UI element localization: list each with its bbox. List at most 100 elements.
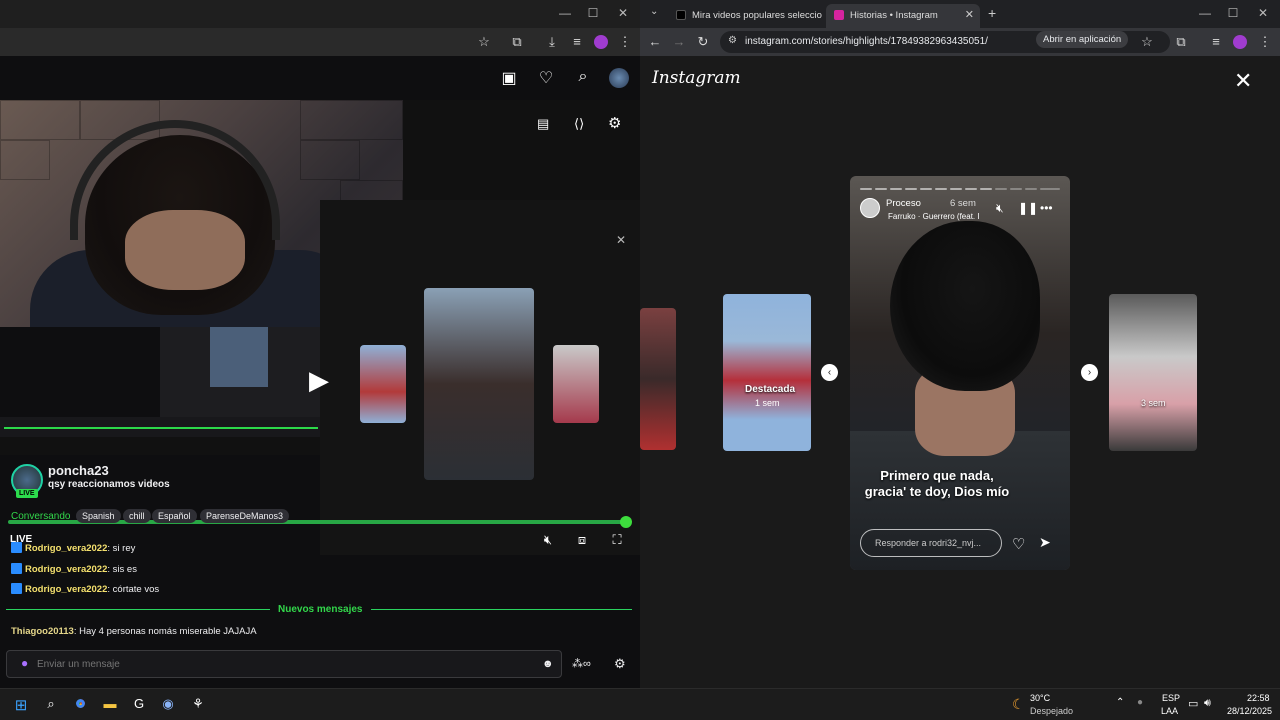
send-icon[interactable]: ➤ <box>1039 534 1051 551</box>
show-hidden-icons-icon[interactable]: ⌃ <box>1116 697 1124 708</box>
like-heart-icon[interactable]: ♡ <box>1012 535 1025 553</box>
chat-text: si rey <box>112 543 136 554</box>
chrome-icon[interactable] <box>70 696 90 716</box>
weather-desc[interactable]: Despejado <box>1030 706 1073 716</box>
next-story-icon[interactable]: › <box>1081 364 1098 381</box>
tag[interactable]: chill <box>123 509 151 523</box>
emoji-icon[interactable]: ☻ <box>542 658 554 670</box>
file-explorer-icon[interactable]: ▬ <box>100 696 120 716</box>
menu-kebab-icon[interactable]: ⋮ <box>1255 34 1275 50</box>
live-badge: LIVE <box>16 489 38 498</box>
play-icon[interactable]: ▶ <box>309 365 329 396</box>
channel-name[interactable]: poncha23 <box>48 463 109 478</box>
story-song[interactable]: Farruko · Guerrero (feat. I <box>888 212 980 221</box>
search-icon[interactable]: ⌕ <box>572 68 594 86</box>
channel-points-icon[interactable]: ⁂∞ <box>572 657 591 670</box>
media-icon[interactable]: ≡ <box>1206 34 1226 49</box>
tab-instagram-stories[interactable]: Historias • Instagram ✕ <box>826 4 980 28</box>
menu-kebab-icon[interactable]: ⋮ <box>615 34 635 50</box>
extensions-icon[interactable]: ⧉ <box>1171 34 1191 50</box>
user-avatar[interactable] <box>609 68 629 88</box>
weather-temp[interactable]: 30°C <box>1030 693 1050 703</box>
chat-settings-gear-icon[interactable]: ⚙ <box>614 656 626 672</box>
fullscreen-icon[interactable]: ⛶ <box>607 532 627 548</box>
more-options-icon[interactable]: ••• <box>1040 201 1053 215</box>
maximize-icon[interactable]: ☐ <box>578 6 608 20</box>
new-messages-label[interactable]: Nuevos mensajes <box>270 604 371 615</box>
new-tab-icon[interactable]: + <box>988 5 996 21</box>
video-player[interactable]: ✕ ▶ LIVE 🔇︎ ⧈ ⛶ ▤ ⟨⟩ ⚙ <box>0 100 640 555</box>
mic-icon[interactable]: ● <box>21 656 28 670</box>
story-thumb-left[interactable]: Destacada 1 sem <box>723 294 811 451</box>
maximize-icon[interactable]: ☐ <box>1218 6 1248 20</box>
tab-close-icon[interactable]: ✕ <box>965 8 974 21</box>
clock-date[interactable]: 28/12/2025 <box>1227 706 1272 716</box>
close-window-icon[interactable]: ✕ <box>608 6 638 20</box>
tab-twitch-videos[interactable]: Mira videos populares seleccio <box>668 4 828 28</box>
mic-tray-icon[interactable]: ● <box>1137 697 1143 708</box>
start-menu-icon[interactable]: ⊞ <box>11 696 31 716</box>
progress-knob[interactable] <box>620 516 632 528</box>
share-icon[interactable]: ⟨⟩ <box>574 116 584 132</box>
story-avatar[interactable] <box>860 198 880 218</box>
back-icon[interactable]: ← <box>645 34 665 49</box>
reply-input[interactable]: Responder a rodri32_nvj... <box>860 529 1002 557</box>
bookmark-star-icon[interactable]: ☆ <box>474 34 494 50</box>
heart-icon[interactable]: ♡ <box>535 68 557 88</box>
instagram-logo[interactable]: Instagram <box>652 68 741 88</box>
bookmark-star-icon[interactable]: ☆ <box>1137 34 1157 50</box>
minimize-icon[interactable]: — <box>1190 6 1220 20</box>
chat-username[interactable]: Rodrigo_vera2022 <box>25 584 107 595</box>
tab-label: Historias • Instagram <box>850 10 938 21</box>
extensions-icon[interactable]: ⧉ <box>507 34 527 50</box>
keyboard-layout-indicator[interactable]: LAA <box>1161 706 1178 716</box>
minimize-icon[interactable]: — <box>550 6 580 20</box>
chat-username[interactable]: Rodrigo_vera2022 <box>25 564 107 575</box>
open-in-app-button[interactable]: Abrir en aplicación <box>1036 31 1129 48</box>
chat-text: Hay 4 personas nomás miserable JAJAJA <box>79 626 257 637</box>
url-text[interactable]: instagram.com/stories/highlights/1784938… <box>745 36 988 47</box>
profile-avatar[interactable] <box>1233 35 1247 49</box>
story-thumb-right[interactable]: 3 sem <box>1109 294 1197 451</box>
chat-username[interactable]: Rodrigo_vera2022 <box>25 543 107 554</box>
twitch-window: — ☐ ✕ ☆ ⧉ ⤓ ≡ ⋮ ▣ ♡ ⌕ ✕ ▶ LIVE 🔇︎ ⧈ ⛶ ▤ … <box>0 0 640 688</box>
settings-gear-icon[interactable]: ⚙ <box>608 114 621 132</box>
clock-time[interactable]: 22:58 <box>1247 693 1270 703</box>
category-link[interactable]: Conversando <box>11 511 70 522</box>
previous-story-icon[interactable]: ‹ <box>821 364 838 381</box>
taskbar-app-icon[interactable]: G <box>129 696 149 716</box>
taskbar-app2-icon[interactable]: ⚘ <box>188 696 208 716</box>
story-viewer[interactable]: Proceso 6 sem Farruko · Guerrero (feat. … <box>850 176 1070 570</box>
following-icon[interactable]: ▣ <box>498 68 520 88</box>
story-username[interactable]: Proceso <box>886 198 921 209</box>
mute-icon[interactable]: 🔇︎ <box>538 532 558 548</box>
profile-avatar[interactable] <box>594 35 608 49</box>
tag[interactable]: ParenseDeManos3 <box>200 509 290 523</box>
language-indicator[interactable]: ESP <box>1162 693 1180 703</box>
close-window-icon[interactable]: ✕ <box>1248 6 1278 20</box>
tag[interactable]: Español <box>152 509 197 523</box>
pip-icon[interactable]: ⧈ <box>572 532 592 548</box>
story-thumb-far-left[interactable] <box>640 308 676 450</box>
chat-username[interactable]: Thiagoo20113 <box>11 626 74 637</box>
site-info-icon[interactable]: ⚙ <box>728 35 737 46</box>
network-icon[interactable]: ▭ <box>1188 697 1198 710</box>
media-icon[interactable]: ≡ <box>567 34 587 49</box>
weather-icon[interactable]: ☾ <box>1012 696 1025 713</box>
pause-icon[interactable]: ❚❚ <box>1018 201 1038 215</box>
chat-input[interactable] <box>37 656 517 672</box>
taskbar-search-icon[interactable]: ⌕ <box>41 696 61 716</box>
chat-input-box[interactable]: ● ☻ <box>6 650 562 678</box>
clip-icon[interactable]: ▤ <box>537 116 549 132</box>
tab-search-icon[interactable]: ⌄ <box>650 6 658 17</box>
mute-icon[interactable]: 🔇︎ <box>996 201 1004 216</box>
forward-icon[interactable]: → <box>669 34 689 49</box>
steam-icon[interactable]: ◉ <box>158 696 178 716</box>
volume-icon[interactable]: 🔊︎ <box>1204 697 1211 710</box>
close-stories-icon[interactable]: ✕ <box>1234 68 1252 94</box>
reload-icon[interactable]: ↻ <box>693 34 713 50</box>
left-titlebar: — ☐ ✕ <box>0 0 640 28</box>
tag[interactable]: Spanish <box>76 509 121 523</box>
instagram-favicon-icon <box>834 10 844 20</box>
download-icon[interactable]: ⤓ <box>542 34 562 50</box>
